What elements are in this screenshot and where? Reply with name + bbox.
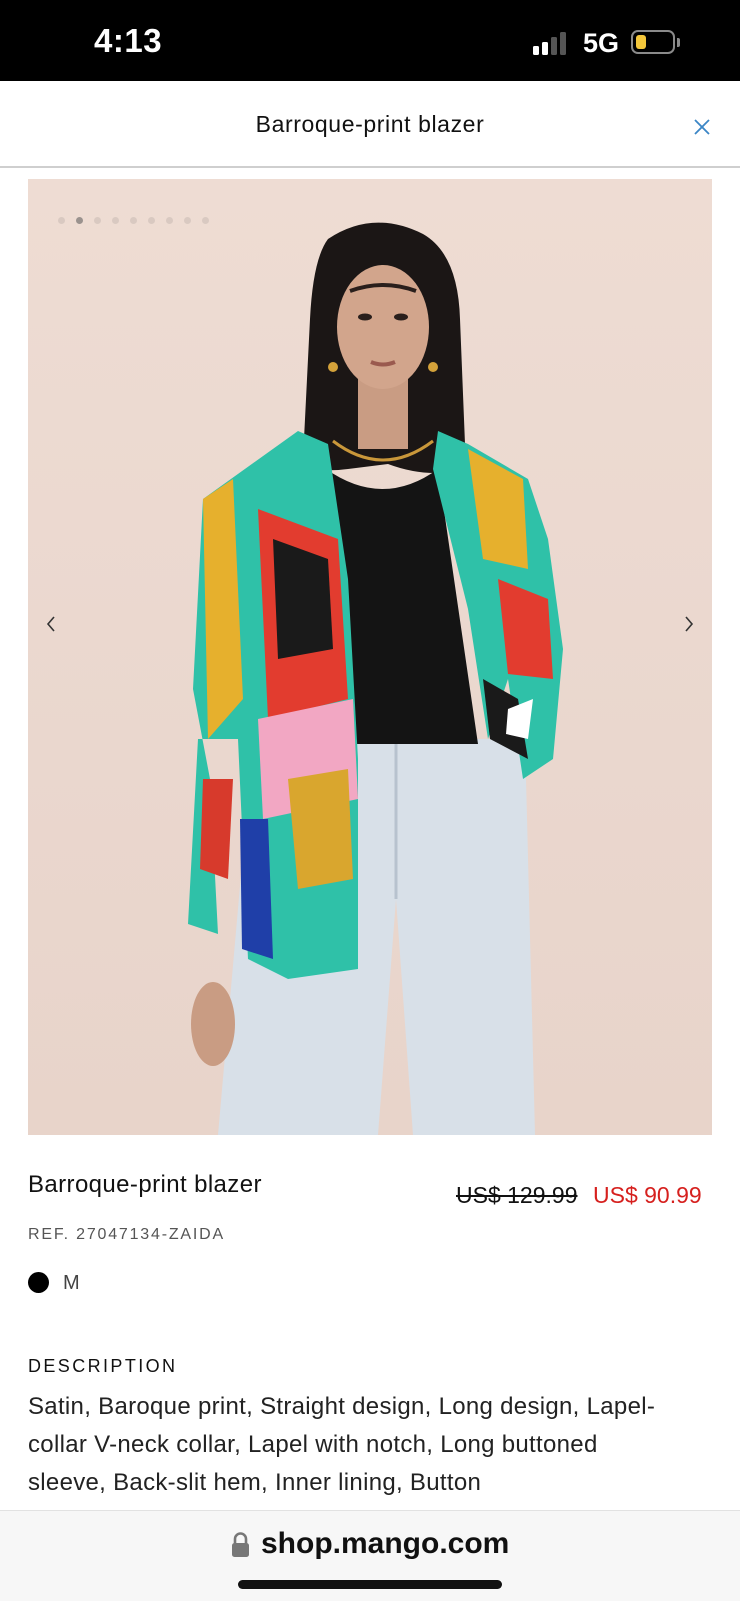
product-reference: REF. 27047134-ZAIDA	[28, 1226, 225, 1243]
gallery-dot[interactable]	[130, 217, 137, 224]
description-heading: DESCRIPTION	[28, 1356, 178, 1376]
size-label[interactable]: M	[63, 1272, 80, 1295]
sale-price: US$ 90.99	[593, 1182, 702, 1208]
chevron-right-icon	[685, 616, 694, 632]
next-image-button[interactable]	[678, 611, 700, 637]
url-text[interactable]: shop.mango.com	[261, 1527, 509, 1561]
product-image[interactable]	[28, 179, 712, 1135]
gallery-dot[interactable]	[166, 217, 173, 224]
battery-tip	[677, 38, 680, 47]
gallery-dot[interactable]	[148, 217, 155, 224]
gallery-dot[interactable]	[202, 217, 209, 224]
gallery-dot[interactable]	[76, 217, 83, 224]
battery-level	[636, 35, 646, 49]
battery-icon	[631, 30, 675, 54]
gallery-dot[interactable]	[112, 217, 119, 224]
lock-icon	[232, 1532, 249, 1557]
description-text: Satin, Baroque print, Straight design, L…	[28, 1393, 656, 1496]
home-indicator	[238, 1580, 502, 1589]
gallery-dot[interactable]	[58, 217, 65, 224]
gallery-dot[interactable]	[94, 217, 101, 224]
status-bar: 4:13 5G	[0, 0, 740, 81]
chevron-left-icon	[46, 616, 55, 632]
cellular-signal-icon	[533, 31, 571, 55]
close-button[interactable]	[690, 115, 714, 139]
gallery-dots	[58, 211, 220, 224]
product-header: Barroque-print blazer	[0, 81, 740, 168]
previous-image-button[interactable]	[40, 611, 62, 637]
header-title: Barroque-print blazer	[255, 111, 485, 137]
status-time: 4:13	[94, 22, 163, 59]
original-price: US$ 129.99	[456, 1182, 578, 1208]
browser-url-bar[interactable]: shop.mango.com	[0, 1510, 740, 1601]
gallery-dot[interactable]	[184, 217, 191, 224]
network-type: 5G	[583, 28, 620, 58]
product-name: Barroque-print blazer	[28, 1171, 262, 1198]
color-swatch[interactable]	[28, 1272, 49, 1293]
close-icon	[694, 119, 710, 135]
product-photo	[188, 222, 563, 1135]
